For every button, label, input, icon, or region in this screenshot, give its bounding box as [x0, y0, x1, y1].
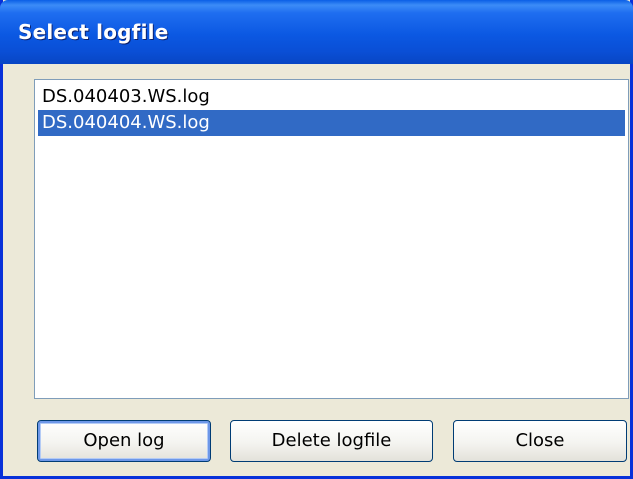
- list-item[interactable]: DS.040403.WS.log: [38, 84, 625, 110]
- list-item-label: DS.040404.WS.log: [42, 112, 210, 133]
- close-button[interactable]: Close: [453, 420, 627, 462]
- open-log-button[interactable]: Open log: [37, 420, 211, 462]
- list-item-selected[interactable]: DS.040404.WS.log: [38, 110, 625, 136]
- logfile-list[interactable]: DS.040403.WS.log DS.040404.WS.log: [34, 79, 629, 399]
- dialog-title: Select logfile: [18, 20, 169, 44]
- list-item-label: DS.040403.WS.log: [42, 86, 210, 107]
- delete-logfile-button[interactable]: Delete logfile: [230, 420, 433, 462]
- select-logfile-dialog: Select logfile DS.040403.WS.log DS.04040…: [0, 0, 633, 479]
- title-bar[interactable]: Select logfile: [0, 0, 633, 64]
